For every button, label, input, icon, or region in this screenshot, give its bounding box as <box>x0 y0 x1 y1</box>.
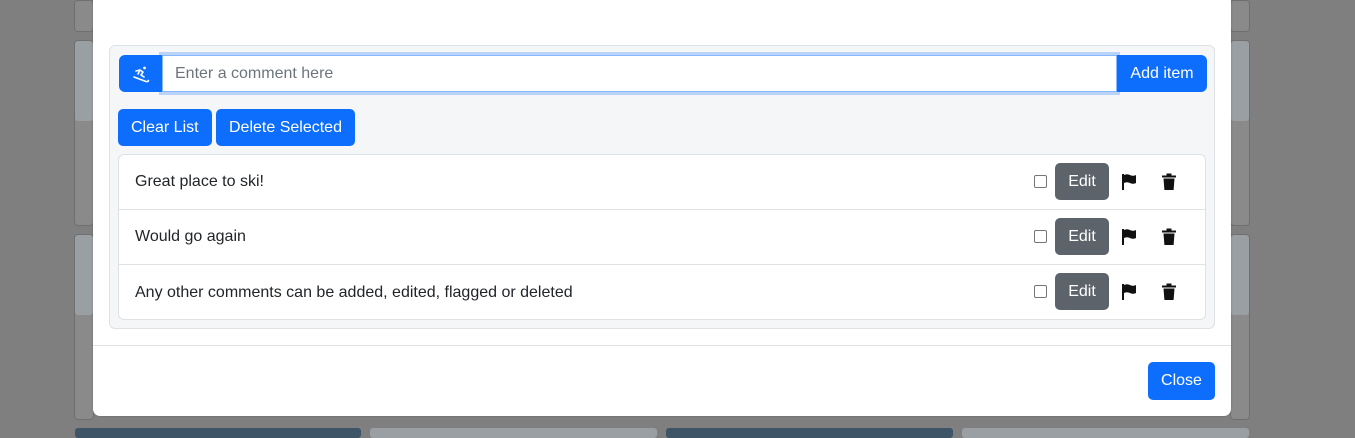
background-card <box>74 0 94 32</box>
list-item: Great place to ski! Edit <box>119 155 1205 210</box>
comment-input[interactable] <box>162 55 1117 92</box>
edit-button[interactable]: Edit <box>1055 273 1109 310</box>
comment-input-group: Add item <box>119 55 1207 92</box>
background-card <box>1230 0 1250 32</box>
select-checkbox[interactable] <box>1034 285 1047 298</box>
flag-icon[interactable] <box>1121 228 1137 246</box>
trash-icon[interactable] <box>1161 228 1177 246</box>
edit-button[interactable]: Edit <box>1055 218 1109 255</box>
select-checkbox[interactable] <box>1034 230 1047 243</box>
skier-icon <box>119 55 162 92</box>
flag-icon[interactable] <box>1121 173 1137 191</box>
background-thumbnail <box>1231 41 1249 121</box>
comment-text: Any other comments can be added, edited,… <box>135 283 573 301</box>
close-button[interactable]: Close <box>1148 362 1215 400</box>
comments-panel: Add item Clear List Delete Selected Grea… <box>109 45 1215 329</box>
comment-list: Great place to ski! Edit Would go again … <box>118 154 1206 320</box>
list-item: Any other comments can be added, edited,… <box>119 265 1205 320</box>
modal-footer-divider <box>93 345 1231 346</box>
background-thumbnail <box>666 428 953 438</box>
clear-list-button[interactable]: Clear List <box>118 109 212 146</box>
background-thumbnail <box>75 41 93 121</box>
add-item-button[interactable]: Add item <box>1117 55 1207 92</box>
flag-icon[interactable] <box>1121 283 1137 301</box>
trash-icon[interactable] <box>1161 283 1177 301</box>
comment-text: Great place to ski! <box>135 173 264 190</box>
comments-modal: Add item Clear List Delete Selected Grea… <box>93 0 1231 416</box>
background-thumbnail <box>962 428 1249 438</box>
comment-text: Would go again <box>135 228 246 245</box>
delete-selected-button[interactable]: Delete Selected <box>216 109 355 146</box>
background-thumbnail <box>75 428 361 438</box>
background-thumbnail <box>1231 235 1249 315</box>
edit-button[interactable]: Edit <box>1055 163 1109 200</box>
trash-icon[interactable] <box>1161 173 1177 191</box>
list-item: Would go again Edit <box>119 210 1205 265</box>
select-checkbox[interactable] <box>1034 175 1047 188</box>
background-thumbnail <box>370 428 657 438</box>
background-thumbnail <box>75 235 93 315</box>
